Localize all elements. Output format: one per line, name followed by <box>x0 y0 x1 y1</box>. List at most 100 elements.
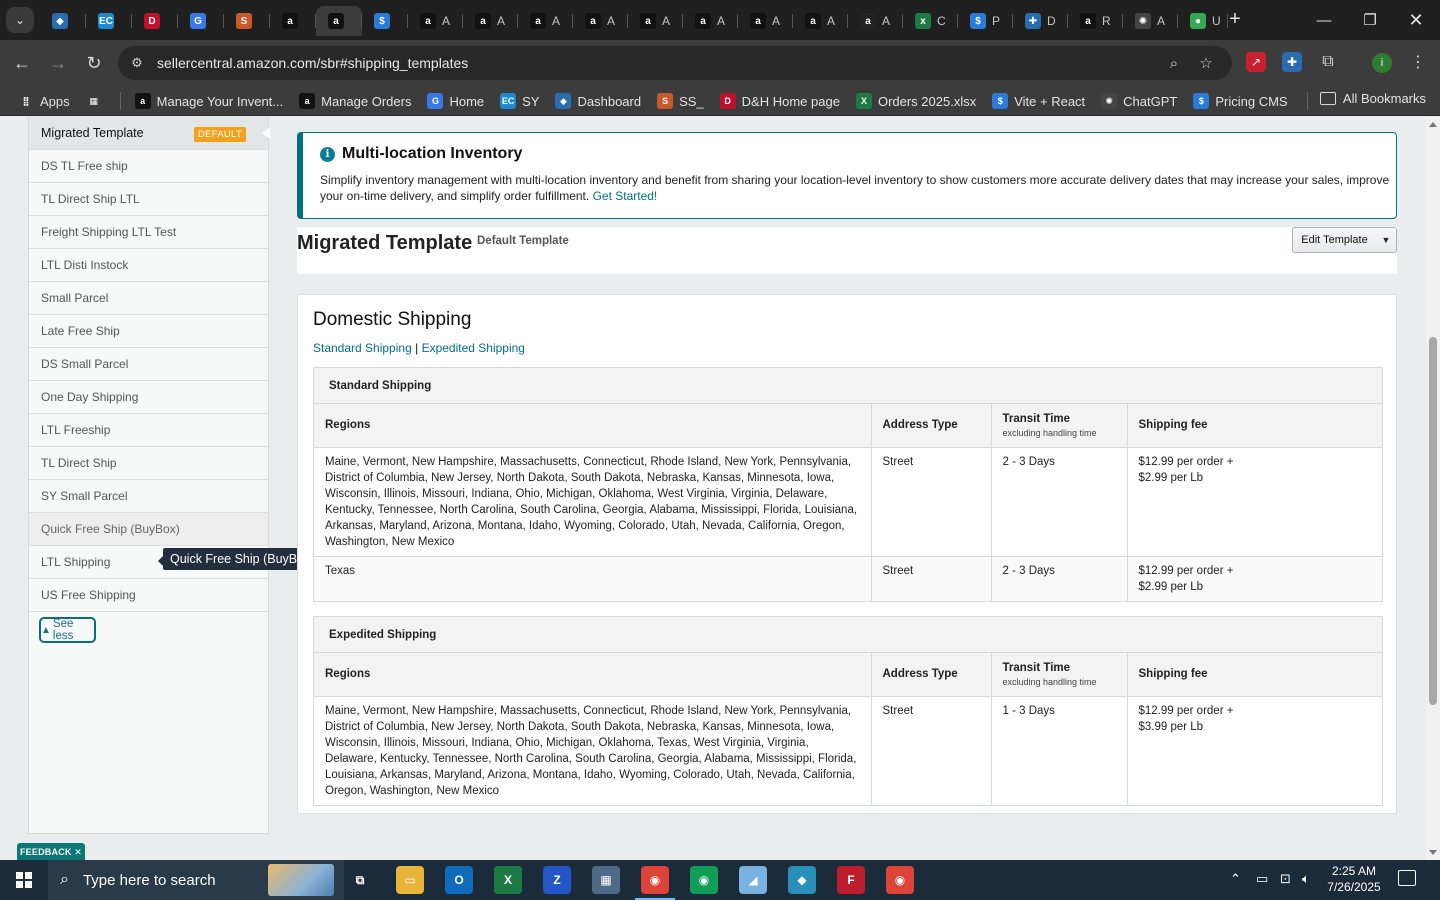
scrollbar-thumb[interactable] <box>1429 337 1437 705</box>
browser-tab[interactable]: aA <box>518 6 573 36</box>
filezilla-app-icon[interactable]: F <box>837 866 865 894</box>
windows-start-icon[interactable] <box>0 860 48 900</box>
browser-tab[interactable]: aA <box>628 6 683 36</box>
address-bar[interactable]: ⚙ sellercentral.amazon.com/sbr#shipping_… <box>118 46 1232 80</box>
browser-tab[interactable]: S <box>224 6 270 36</box>
sidebar-template-item[interactable]: LTL Freeship <box>29 414 268 447</box>
calculator-app-icon[interactable]: ▦ <box>592 866 620 894</box>
sidebar-template-item[interactable]: Freight Shipping LTL Test <box>29 216 268 249</box>
file-explorer-app-icon[interactable]: ▭ <box>396 866 424 894</box>
sidebar-template-item[interactable]: Migrated Template DEFAULT <box>29 117 270 150</box>
browser-tab[interactable]: aA <box>408 6 463 36</box>
volume-icon[interactable]: 🔈︎ <box>1302 871 1310 887</box>
sidebar-template-item[interactable]: Small Parcel <box>29 282 268 315</box>
bookmark-item[interactable]: EC SY <box>500 93 539 109</box>
network-icon[interactable]: ⊡ <box>1280 871 1291 887</box>
restore-window-icon[interactable]: ❐ <box>1356 6 1384 34</box>
bookmark-star-icon[interactable]: ☆ <box>1196 53 1216 73</box>
zoho-app-icon[interactable]: Z <box>543 866 571 894</box>
tray-monitor-icon[interactable]: ▭ <box>1256 871 1268 887</box>
edit-template-button[interactable]: Edit Template <box>1292 227 1377 253</box>
browser-tab[interactable]: a <box>316 6 362 36</box>
expedited-shipping-link[interactable]: Expedited Shipping <box>422 341 525 355</box>
browser-tab[interactable]: aA <box>463 6 518 36</box>
sidebar-template-item[interactable]: SY Small Parcel <box>29 480 268 513</box>
chrome-app-icon[interactable]: ◉ <box>635 866 675 900</box>
taskbar-search-box[interactable]: ⌕ Type here to search <box>48 860 344 900</box>
zoom-magnifier-icon[interactable]: ⌕ <box>1164 53 1184 73</box>
standard-shipping-link[interactable]: Standard Shipping <box>313 341 412 355</box>
bookmark-item[interactable]: ▦ <box>85 93 108 109</box>
browser-tab[interactable]: a <box>270 6 316 36</box>
reload-icon[interactable]: ↻ <box>81 50 107 76</box>
tab-search-chevron-icon[interactable]: ⌄ <box>6 7 34 33</box>
blue-diamond-app-app-icon[interactable]: ◆ <box>788 866 816 894</box>
sidebar-template-item[interactable]: One Day Shipping <box>29 381 268 414</box>
browser-tab[interactable]: G <box>178 6 224 36</box>
sidebar-template-item[interactable]: TL Direct Ship LTL <box>29 183 268 216</box>
browser-tab[interactable]: ◆ <box>40 6 86 36</box>
browser-tab[interactable]: $ P <box>958 6 1013 36</box>
paper-app-app-icon[interactable]: ◢ <box>739 866 767 894</box>
notifications-icon[interactable] <box>1398 870 1416 886</box>
page-scrollbar[interactable] <box>1426 117 1440 860</box>
outlook-app-icon[interactable]: O <box>445 866 473 894</box>
close-window-icon[interactable]: ✕ <box>1402 6 1430 34</box>
browser-tab[interactable]: D <box>132 6 178 36</box>
browser-tab[interactable]: aA <box>683 6 738 36</box>
browser-tab[interactable]: ● U <box>1178 6 1228 36</box>
bookmark-item[interactable]: G Home <box>427 93 484 109</box>
task-view-app-icon[interactable]: ⧉ <box>346 866 374 894</box>
bookmark-item[interactable]: $ Pricing CMS <box>1193 93 1288 109</box>
excel-app-icon[interactable]: X <box>494 866 522 894</box>
bookmark-item[interactable]: ✺ ChatGPT <box>1101 93 1177 109</box>
minimize-icon[interactable]: — <box>1310 6 1338 34</box>
all-bookmarks-button[interactable]: All Bookmarks <box>1319 91 1426 106</box>
chrome-2-app-icon[interactable]: ◉ <box>690 866 718 894</box>
browser-tab[interactable]: $ <box>362 6 408 36</box>
bookmark-item[interactable]: a Manage Orders <box>299 93 411 109</box>
feedback-tab[interactable]: FEEDBACK ✕ <box>17 843 85 861</box>
new-tab-plus-icon[interactable]: + <box>1224 8 1246 30</box>
browser-tab[interactable]: ✺ A <box>1123 6 1178 36</box>
tray-chevron-up-icon[interactable]: ⌃ <box>1230 871 1241 887</box>
see-less-button[interactable]: ▲ See less <box>39 617 96 643</box>
bookmark-item[interactable]: S SS_ <box>657 93 704 109</box>
extensions-puzzle-icon[interactable]: ⧉ <box>1318 52 1338 72</box>
bookmark-item[interactable]: ◆ Dashboard <box>555 93 641 109</box>
sidebar-template-item[interactable]: DS TL Free ship <box>29 150 268 183</box>
back-arrow-icon[interactable]: ← <box>9 50 35 76</box>
forward-arrow-icon[interactable]: → <box>45 50 71 76</box>
sidebar-template-item[interactable]: Late Free Ship <box>29 315 268 348</box>
browser-tab[interactable]: aA <box>573 6 628 36</box>
menu-kebab-icon[interactable]: ⋮ <box>1408 52 1428 72</box>
bookmark-item[interactable]: $ Vite + React <box>992 93 1085 109</box>
taskbar-clock[interactable]: 2:25 AM 7/26/2025 <box>1316 863 1392 895</box>
chrome-3-app-icon[interactable]: ◉ <box>886 866 914 894</box>
browser-tab[interactable]: aR <box>1068 6 1123 36</box>
bookmark-item[interactable]: ⣿ Apps <box>18 93 70 109</box>
browser-tab[interactable]: aA <box>738 6 793 36</box>
bookmark-item[interactable]: X Orders 2025.xlsx <box>855 93 976 109</box>
url-text[interactable]: sellercentral.amazon.com/sbr#shipping_te… <box>157 55 468 71</box>
profile-avatar[interactable]: i <box>1372 53 1392 73</box>
edit-template-dropdown-chevron-icon[interactable]: ▼ <box>1376 227 1397 253</box>
browser-tab[interactable]: EC <box>86 6 132 36</box>
blue-cross-extension-icon[interactable]: ✚ <box>1282 52 1302 72</box>
get-started-link[interactable]: Get Started! <box>593 189 658 203</box>
sidebar-template-item[interactable]: US Free Shipping <box>29 579 268 612</box>
bookmark-item[interactable]: a Manage Your Invent... <box>134 93 283 109</box>
scroll-up-arrow-icon[interactable] <box>1429 122 1437 127</box>
bookmark-item[interactable]: D D&H Home page <box>719 93 840 109</box>
browser-tab[interactable]: xC <box>903 6 958 36</box>
browser-tab[interactable]: ✚ D <box>1013 6 1068 36</box>
red-arrow-extension-icon[interactable]: ↗ <box>1246 52 1266 72</box>
site-info-icon[interactable]: ⚙ <box>128 54 146 72</box>
sidebar-template-item[interactable]: Quick Free Ship (BuyBox) <box>29 513 268 546</box>
sidebar-template-item[interactable]: DS Small Parcel <box>29 348 268 381</box>
sidebar-template-item[interactable]: LTL Disti Instock <box>29 249 268 282</box>
browser-tab[interactable]: aA <box>848 6 903 36</box>
sidebar-template-item[interactable]: TL Direct Ship <box>29 447 268 480</box>
scroll-down-arrow-icon[interactable] <box>1429 850 1437 855</box>
browser-tab[interactable]: aA <box>793 6 848 36</box>
